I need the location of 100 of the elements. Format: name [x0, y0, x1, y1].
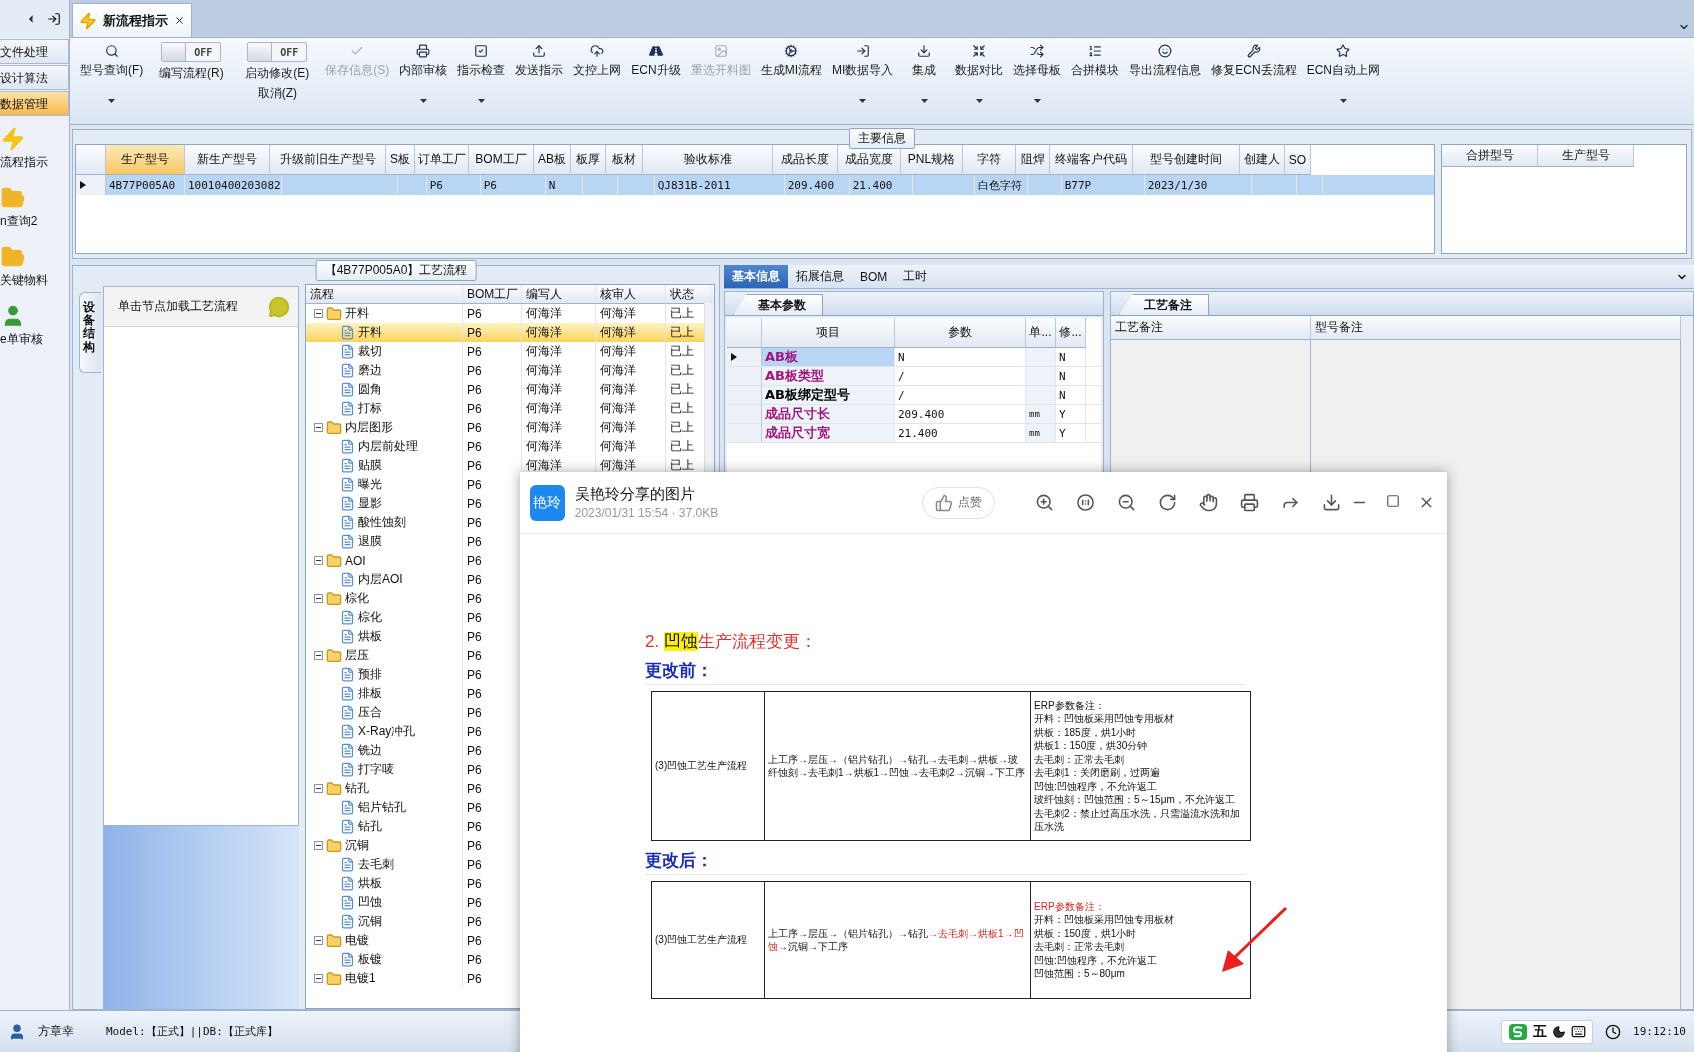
ribbon-button[interactable]: 文控上网	[569, 42, 626, 79]
ribbon-button[interactable]: ECN自动上网	[1302, 42, 1385, 103]
column-header[interactable]: 终端客户代码	[1050, 145, 1133, 175]
ribbon-button[interactable]: ECN升级	[627, 42, 685, 79]
ribbon-button[interactable]: 导出流程信息	[1125, 42, 1206, 79]
tree-label: 棕化	[358, 609, 382, 626]
zoom-in-icon[interactable]	[1035, 493, 1054, 512]
ribbon-button[interactable]: 发送指示	[511, 42, 568, 79]
column-header[interactable]: 合拼型号	[1442, 145, 1538, 167]
column-header[interactable]: 单...	[1026, 318, 1056, 348]
expander-icon[interactable]	[314, 556, 323, 565]
column-header[interactable]: 新生产型号	[185, 145, 270, 175]
column-header[interactable]: 字符	[963, 145, 1016, 175]
tab[interactable]: BOM	[852, 265, 896, 288]
column-header[interactable]: 成品长度	[773, 145, 838, 175]
moon-icon[interactable]	[1552, 1024, 1566, 1039]
tab[interactable]: 基本信息	[724, 265, 788, 288]
ribbon-button[interactable]: 选择母板	[1009, 42, 1066, 103]
nav-item[interactable]: 设计算法	[0, 65, 69, 90]
column-header[interactable]: 生产型号	[1538, 145, 1634, 167]
ribbon-button[interactable]: 生成MI流程	[756, 42, 826, 79]
download-icon[interactable]	[1322, 493, 1341, 512]
column-header[interactable]: PNL规格	[901, 145, 963, 175]
column-header[interactable]: BOM工厂	[469, 145, 534, 175]
ribbon-button[interactable]: 指示检查	[453, 42, 510, 103]
ribbon-button[interactable]: 型号查询(F)	[76, 42, 148, 103]
row-header[interactable]	[727, 348, 762, 366]
ribbon-button[interactable]: 数据对比	[951, 42, 1008, 103]
column-header[interactable]: 修...	[1056, 318, 1086, 348]
column-header[interactable]: 生产型号	[106, 145, 185, 175]
table-row[interactable]: 4B77P005A0 10010400203082 P6 P6 N QJ831B-2011 209.400 21.400 白色字符 B77P 2023/1/30	[76, 175, 1434, 195]
ribbon-button[interactable]: MI数据导入	[828, 42, 898, 103]
column-header[interactable]: SO	[1285, 145, 1311, 175]
ribbon-button[interactable]: 内部审核	[395, 42, 452, 103]
expander-icon[interactable]	[314, 651, 323, 660]
nav-item[interactable]: 数据管理	[0, 91, 69, 116]
table-cell: 何海洋	[600, 381, 636, 398]
column-header[interactable]: 升级前旧生产型号	[270, 145, 386, 175]
tab[interactable]: 拓展信息	[788, 265, 852, 288]
column-header[interactable]: 板厚	[571, 145, 606, 175]
ribbon-button[interactable]: 修复ECN丢流程	[1207, 42, 1301, 79]
like-button[interactable]: 点赞	[922, 486, 995, 519]
file-icon	[340, 857, 355, 872]
sidebar-item[interactable]: n查询2	[0, 213, 38, 230]
column-header[interactable]: 型号创建时间	[1133, 145, 1240, 175]
tree-label: 层压	[345, 647, 369, 664]
column-header[interactable]: 创建人	[1240, 145, 1285, 175]
file-icon	[340, 667, 355, 682]
tab[interactable]: 工时	[895, 265, 936, 288]
maximize-icon[interactable]	[1386, 494, 1400, 508]
rotate-icon[interactable]	[1158, 493, 1177, 512]
pane-tab[interactable]: 工艺备注	[1119, 294, 1209, 315]
toggle-switch[interactable]: OFF	[161, 42, 222, 62]
column-header[interactable]: 流程	[306, 285, 463, 303]
tree-label: 开料	[345, 305, 369, 322]
sidebar-item[interactable]: e单审核	[0, 331, 43, 348]
tree-label: 烘板	[358, 875, 382, 892]
zoom-out-icon[interactable]	[1117, 493, 1136, 512]
actual-size-icon[interactable]	[1076, 493, 1095, 512]
table-cell: 209.400	[784, 175, 850, 195]
column-header[interactable]: 项目	[762, 318, 895, 348]
expander-icon[interactable]	[314, 784, 323, 793]
hand-icon[interactable]	[1199, 493, 1218, 512]
sidebar-item[interactable]: 流程指示	[0, 154, 48, 171]
toggle-switch[interactable]: OFF	[247, 42, 308, 62]
keyboard-icon[interactable]	[1571, 1024, 1586, 1039]
folder-icon	[326, 970, 342, 987]
sidebar-item[interactable]: 关键物料	[0, 272, 48, 289]
expander-icon[interactable]	[314, 594, 323, 603]
arrow	[1220, 906, 1290, 974]
ribbon-button[interactable]: 集成	[899, 42, 950, 103]
column-header[interactable]: 订单工厂	[415, 145, 469, 175]
expander-icon[interactable]	[314, 841, 323, 850]
close-icon[interactable]	[174, 15, 185, 26]
column-header[interactable]: 参数	[895, 318, 1026, 348]
pane-tab[interactable]: 基本参数	[733, 294, 823, 315]
column-header[interactable]: 验收标准	[643, 145, 773, 175]
column-header[interactable]: 型号备注	[1311, 316, 1681, 340]
tree-row[interactable]: 开料 P6 何海洋 何海洋 已上	[306, 323, 704, 342]
column-header[interactable]: 核审人	[596, 285, 666, 303]
column-header[interactable]: 工艺备注	[1111, 316, 1311, 340]
side-tab[interactable]: 设备结构	[79, 292, 101, 373]
document-tab[interactable]: 新流程指示	[72, 3, 192, 37]
enter-icon[interactable]	[47, 12, 61, 26]
expander-icon[interactable]	[314, 974, 323, 983]
column-header[interactable]: BOM工厂	[463, 285, 522, 303]
printer-icon[interactable]	[1240, 493, 1259, 512]
expander-icon[interactable]	[314, 423, 323, 432]
column-header[interactable]: S板	[386, 145, 415, 175]
nav-item[interactable]: 文件处理	[0, 39, 69, 64]
row-header[interactable]	[76, 175, 106, 195]
column-header[interactable]: AB板	[534, 145, 571, 175]
ribbon-button[interactable]: 合拼模块	[1067, 42, 1124, 79]
column-header[interactable]: 阻焊	[1016, 145, 1050, 175]
toggle-label: 编写流程(R)	[159, 65, 224, 82]
input-method-bar[interactable]: 五	[1501, 1019, 1593, 1044]
expander-icon[interactable]	[314, 936, 323, 945]
column-header[interactable]: 板材	[606, 145, 643, 175]
expander-icon[interactable]	[314, 309, 323, 318]
column-header[interactable]: 编写人	[522, 285, 596, 303]
